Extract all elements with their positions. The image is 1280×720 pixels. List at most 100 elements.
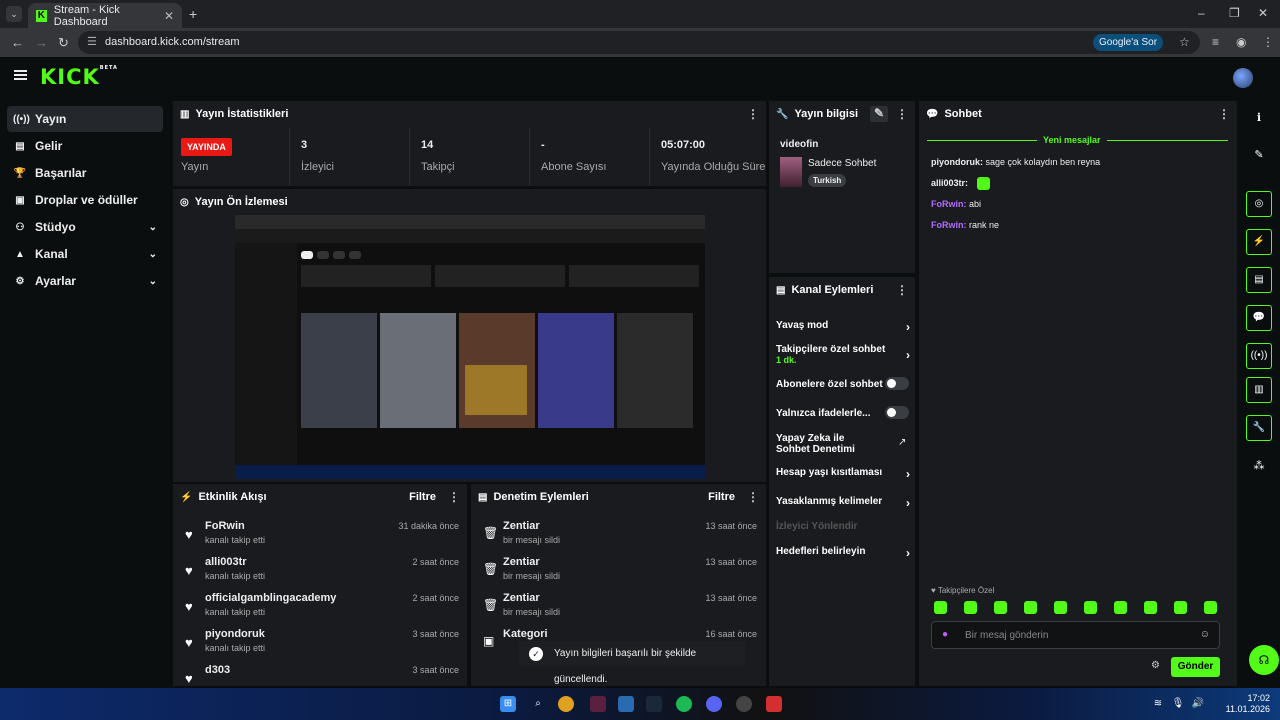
more-options-icon[interactable]: ⋮ <box>896 107 908 121</box>
action-ai-moderation[interactable]: Yapay Zeka ile Sohbet Denetimi <box>776 433 880 455</box>
emote-icon[interactable] <box>1144 601 1157 614</box>
sidebar-item-basarilar[interactable]: 🏆 Başarılar <box>7 160 163 186</box>
recorder-icon[interactable] <box>766 696 782 712</box>
mod-user[interactable]: Zentiar <box>503 592 540 604</box>
chat-username[interactable]: alli003tr: <box>931 178 968 188</box>
info-icon[interactable]: ℹ <box>1246 105 1272 131</box>
sidebar-item-kanal[interactable]: ▲ Kanal ⌄ <box>7 241 163 267</box>
external-link-icon[interactable]: ↗ <box>898 437 906 448</box>
chat-input[interactable]: ● Bir mesaj gönderin ☺ <box>931 621 1220 649</box>
chrome-icon[interactable] <box>558 696 574 712</box>
sidebar-item-yayin[interactable]: ((•)) Yayın <box>7 106 163 132</box>
action-slow-mode[interactable]: Yavaş mod › <box>776 320 910 334</box>
filter-button[interactable]: Filtre <box>708 491 735 503</box>
google-ask-button[interactable]: Google'a Sor <box>1093 34 1164 51</box>
mod-user[interactable]: Kategori <box>503 628 548 640</box>
close-tab-icon[interactable]: ✕ <box>164 9 174 23</box>
action-set-goals[interactable]: Hedefleri belirleyin › <box>776 546 910 560</box>
action-raid[interactable]: İzleyici Yönlendir <box>776 521 910 532</box>
forward-icon[interactable]: → <box>35 35 48 50</box>
system-clock[interactable]: 17:02 11.01.2026 <box>1226 693 1270 715</box>
minimize-icon[interactable]: – <box>1198 6 1205 20</box>
event-user[interactable]: piyondoruk <box>205 628 265 640</box>
obs-icon[interactable] <box>736 696 752 712</box>
user-avatar[interactable] <box>1233 68 1253 88</box>
layout-icon[interactable]: ▥ <box>1246 377 1272 403</box>
discord-icon[interactable] <box>706 696 722 712</box>
sidebar-item-ayarlar[interactable]: ⚙ Ayarlar ⌄ <box>7 268 163 294</box>
event-user[interactable]: FoRwin <box>205 520 245 532</box>
subs-only-toggle[interactable] <box>885 377 909 390</box>
chat-username[interactable]: piyondoruk: <box>931 157 983 167</box>
new-tab-icon[interactable]: + <box>189 6 197 22</box>
more-options-icon[interactable]: ⋮ <box>747 107 759 121</box>
windows-start-icon[interactable]: ⊞ <box>500 696 516 712</box>
emote-icon[interactable] <box>964 601 977 614</box>
site-info-icon[interactable]: ☰ <box>87 31 97 54</box>
emoji-picker-icon[interactable]: ☺ <box>1200 629 1210 640</box>
close-window-icon[interactable]: ✕ <box>1258 6 1268 20</box>
emote-icon[interactable] <box>1174 601 1187 614</box>
profile-icon[interactable]: ◉ <box>1236 35 1246 49</box>
wifi-icon[interactable]: ≋ <box>1150 696 1166 712</box>
clip-icon[interactable]: ◎ <box>1246 191 1272 217</box>
mod-user[interactable]: Zentiar <box>503 520 540 532</box>
event-user[interactable]: alli003tr <box>205 556 247 568</box>
kick-logo[interactable]: KICKBETA <box>40 65 118 89</box>
edit-pencil-icon[interactable]: ✎ <box>1246 142 1272 168</box>
mod-user[interactable]: Zentiar <box>503 556 540 568</box>
emote-icon[interactable] <box>1024 601 1037 614</box>
broadcast-icon[interactable]: ((•)) <box>1246 343 1272 369</box>
emote-icon[interactable] <box>934 601 947 614</box>
more-options-icon[interactable]: ⋮ <box>896 283 908 297</box>
more-options-icon[interactable]: ⋮ <box>1218 107 1230 121</box>
edit-pencil-icon[interactable]: ✎ <box>870 106 888 122</box>
chat-settings-icon[interactable]: ⚙ <box>1151 660 1160 671</box>
volume-icon[interactable]: 🔊 <box>1190 696 1206 712</box>
filter-button[interactable]: Filtre <box>409 491 436 503</box>
action-followers-only[interactable]: Takipçilere özel sohbet 1 dk. › <box>776 344 910 365</box>
url-field[interactable]: ☰ dashboard.kick.com/stream <box>78 31 1200 54</box>
wrench-icon[interactable]: 🔧 <box>1246 415 1272 441</box>
support-headset-icon[interactable]: ☊ <box>1249 645 1279 675</box>
reload-icon[interactable]: ↻ <box>58 35 69 51</box>
app-icon[interactable] <box>590 696 606 712</box>
emotes-only-toggle[interactable] <box>885 406 909 419</box>
emote-icon[interactable] <box>1204 601 1217 614</box>
browser-menu-icon[interactable]: ⋮ <box>1262 35 1274 49</box>
tab-search-icon[interactable]: ⌄ <box>6 6 22 22</box>
sidebar-item-droplar[interactable]: ▣ Droplar ve ödüller <box>7 187 163 213</box>
browser-tab[interactable]: K Stream - Kick Dashboard ✕ <box>28 3 182 28</box>
emote-icon[interactable] <box>994 601 1007 614</box>
event-user[interactable]: d303 <box>205 664 230 676</box>
send-button[interactable]: Gönder <box>1171 657 1220 677</box>
microphone-icon[interactable]: 🎙 <box>1170 696 1186 712</box>
chat-username[interactable]: FoRwin: <box>931 199 967 209</box>
more-options-icon[interactable]: ⋮ <box>747 490 759 504</box>
sidebar-item-studyo[interactable]: ⚇ Stüdyo ⌄ <box>7 214 163 240</box>
reading-list-icon[interactable]: ≡ <box>1212 35 1219 49</box>
event-user[interactable]: officialgamblingacademy <box>205 592 336 604</box>
hamburger-menu-icon[interactable] <box>14 70 27 80</box>
microphone-icon[interactable]: ● <box>942 629 948 640</box>
bolt-icon[interactable]: ⚡ <box>1246 229 1272 255</box>
spotify-icon[interactable] <box>676 696 692 712</box>
back-icon[interactable]: ← <box>11 35 24 50</box>
emote-icon[interactable] <box>1054 601 1067 614</box>
action-account-age[interactable]: Hesap yaşı kısıtlaması › <box>776 467 910 481</box>
search-icon[interactable]: ⌕ <box>530 696 546 712</box>
chat-bubble-icon[interactable]: 💬 <box>1246 305 1272 331</box>
apps-icon[interactable]: ⁂ <box>1246 453 1272 479</box>
maximize-icon[interactable]: ❐ <box>1229 6 1240 20</box>
file-explorer-icon[interactable] <box>618 696 634 712</box>
stream-preview-video[interactable] <box>235 215 705 479</box>
category-name[interactable]: Sadece Sohbet <box>808 158 876 169</box>
bookmark-star-icon[interactable]: ☆ <box>1179 35 1190 49</box>
action-banned-words[interactable]: Yasaklanmış kelimeler › <box>776 496 910 510</box>
steam-icon[interactable] <box>646 696 662 712</box>
more-options-icon[interactable]: ⋮ <box>448 490 460 504</box>
emote-icon[interactable] <box>1084 601 1097 614</box>
emote-icon[interactable] <box>1114 601 1127 614</box>
document-icon[interactable]: ▤ <box>1246 267 1272 293</box>
sidebar-item-gelir[interactable]: ▤ Gelir <box>7 133 163 159</box>
